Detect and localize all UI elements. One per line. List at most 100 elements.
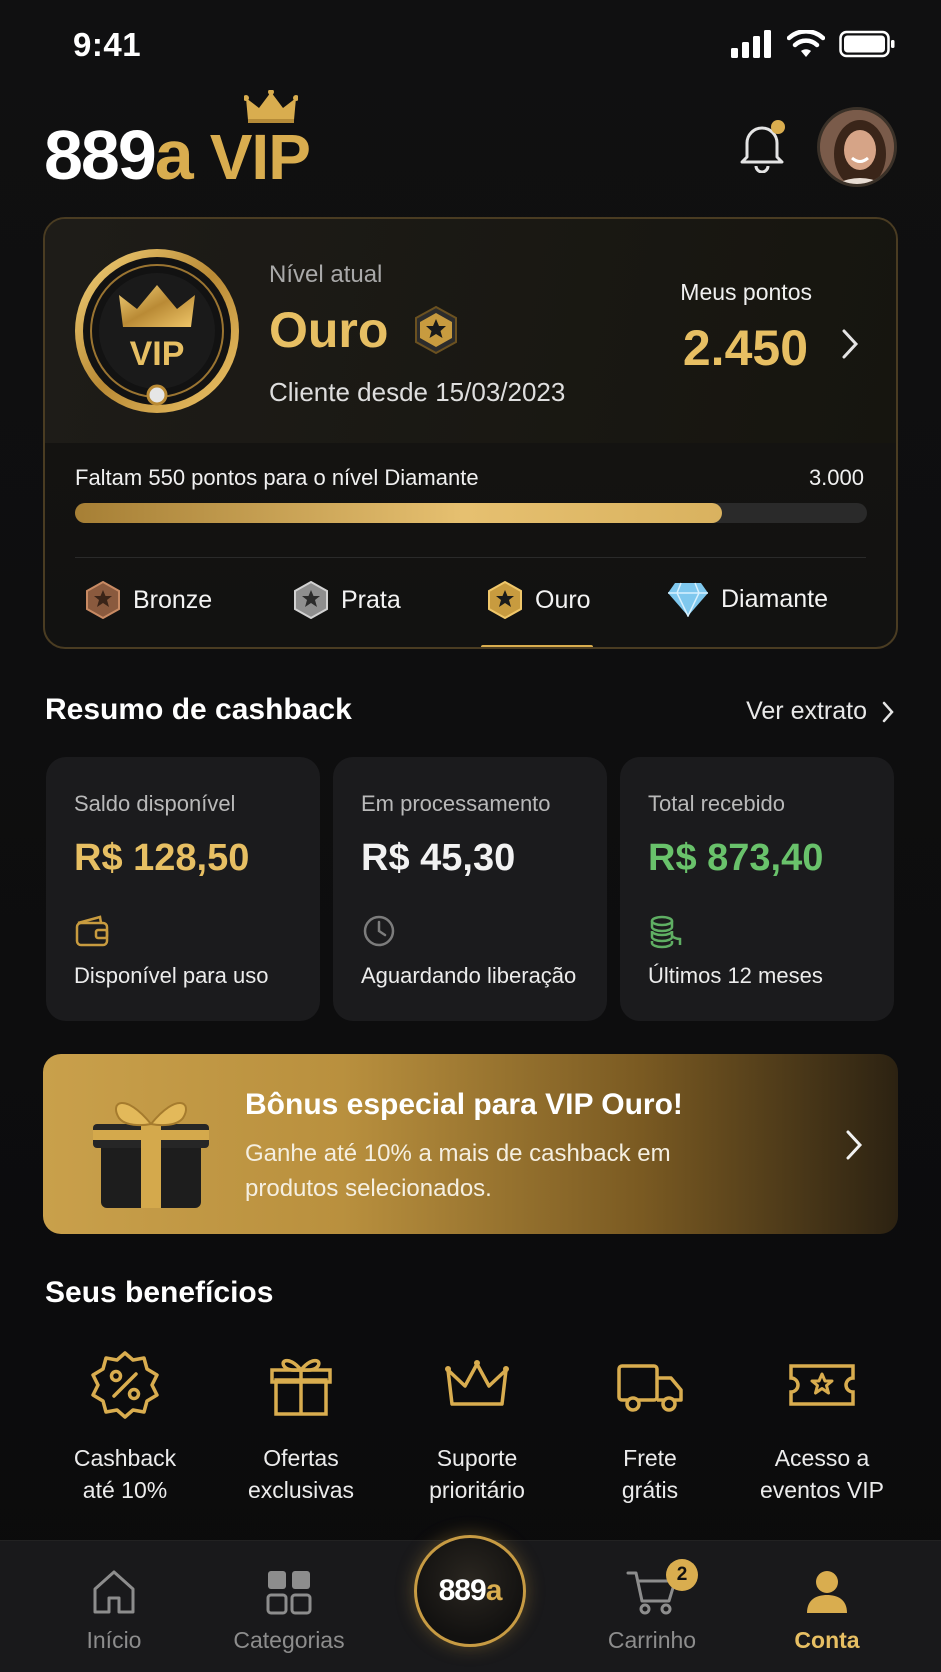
- vip-screen: 9:41 889a VIP VIP Nível atual Ouro Clien…: [0, 0, 941, 1672]
- percent-badge-icon: [91, 1351, 159, 1419]
- cashback-sub: Últimos 12 meses: [648, 963, 823, 988]
- nav-center-letter: a: [485, 1574, 503, 1607]
- tiers-divider: [75, 557, 866, 558]
- benefit-label: Suporte prioritário: [392, 1442, 562, 1506]
- benefit-label: Cashback até 10%: [40, 1442, 210, 1506]
- tier-tab-diamante[interactable]: Diamante: [667, 581, 828, 617]
- chevron-right-icon[interactable]: [840, 327, 860, 361]
- cashback-section-title: Resumo de cashback: [45, 693, 352, 726]
- logo-letter: a: [154, 116, 194, 194]
- benefit-line1: Cashback: [73, 1445, 177, 1471]
- nav-account[interactable]: Conta: [757, 1567, 897, 1654]
- benefit-label: Ofertas exclusivas: [216, 1442, 386, 1506]
- svg-text:VIP: VIP: [130, 335, 185, 373]
- silver-star-icon: [294, 581, 328, 619]
- benefit-line1: Frete: [623, 1445, 677, 1471]
- cashback-value: R$ 128,50: [74, 837, 250, 879]
- wifi-icon: [787, 30, 825, 57]
- benefit-line2: grátis: [621, 1477, 679, 1503]
- diamond-icon: [668, 582, 708, 617]
- gift-box-icon: [93, 1102, 209, 1208]
- gold-star-icon: [488, 581, 522, 619]
- ver-extrato-label: Ver extrato: [746, 697, 867, 725]
- ticket-star-icon: [789, 1364, 855, 1406]
- progress-max: 3.000: [808, 465, 864, 490]
- tier-tab-prata[interactable]: Prata: [293, 581, 401, 619]
- tier-tab-ouro[interactable]: Ouro: [487, 581, 591, 619]
- brand-logo: 889a VIP: [44, 90, 311, 195]
- nav-center-logo: 889a: [438, 1574, 503, 1608]
- cashback-card-available[interactable]: Saldo disponível R$ 128,50 Disponível pa…: [46, 757, 320, 1021]
- tier-label-ouro: Ouro: [535, 585, 591, 614]
- vip-medal-icon: VIP: [75, 249, 239, 413]
- client-since-text: Cliente desde 15/03/2023: [269, 377, 566, 407]
- wallet-icon: [75, 915, 109, 947]
- nav-cart[interactable]: 2 Carrinho: [582, 1559, 722, 1654]
- benefit-line1: Suporte: [436, 1445, 518, 1471]
- nav-categories-label: Categorias: [233, 1627, 345, 1653]
- gold-star-badge-icon: [415, 305, 457, 355]
- gift-icon: [270, 1359, 332, 1416]
- nav-cart-label: Carrinho: [607, 1627, 697, 1653]
- nav-home-label: Início: [86, 1627, 142, 1653]
- vip-bonus-banner[interactable]: Bônus especial para VIP Ouro! Ganhe até …: [43, 1054, 898, 1234]
- cart-count-badge: 2: [666, 1559, 698, 1591]
- home-icon: [93, 1570, 135, 1614]
- notification-bell-icon[interactable]: [737, 117, 787, 173]
- benefits-section-title: Seus benefícios: [45, 1276, 274, 1309]
- benefit-line2: exclusivas: [247, 1477, 355, 1503]
- nav-home[interactable]: Início: [44, 1567, 184, 1654]
- benefit-cashback[interactable]: Cashback até 10%: [40, 1350, 210, 1506]
- vip-level-card: VIP Nível atual Ouro Cliente desde 15/03…: [43, 217, 898, 649]
- cashback-sub: Aguardando liberação: [361, 963, 577, 988]
- level-progress-fill: [75, 503, 722, 523]
- bronze-star-icon: [86, 581, 120, 619]
- cashback-label: Total recebido: [648, 791, 785, 816]
- tier-label-diamante: Diamante: [721, 584, 828, 613]
- level-progress-bar: [75, 503, 867, 523]
- nav-center-logo-button[interactable]: 889a: [414, 1535, 526, 1647]
- cashback-value: R$ 45,30: [361, 837, 516, 879]
- tier-tab-bronze[interactable]: Bronze: [85, 581, 212, 619]
- chevron-right-icon[interactable]: [844, 1128, 864, 1162]
- nav-categories[interactable]: Categorias: [219, 1567, 359, 1654]
- nav-account-label: Conta: [794, 1627, 860, 1653]
- crown-icon: [243, 90, 298, 123]
- cashback-card-total[interactable]: Total recebido R$ 873,40 Últimos 12 mese…: [620, 757, 894, 1021]
- cashback-value: R$ 873,40: [648, 837, 824, 879]
- benefit-line2: até 10%: [82, 1477, 168, 1503]
- chevron-right-icon: [882, 701, 894, 722]
- cashback-label: Em processamento: [361, 791, 551, 816]
- crown-icon: [445, 1360, 509, 1406]
- logo-number: 889: [44, 116, 157, 194]
- logo-vip-text: VIP: [209, 121, 311, 193]
- tier-label-prata: Prata: [341, 585, 401, 614]
- points-label: Meus pontos: [680, 279, 812, 305]
- ver-extrato-link[interactable]: Ver extrato: [746, 697, 895, 726]
- battery-icon: [839, 30, 895, 58]
- banner-text: Ganhe até 10% a mais de cashback em prod…: [245, 1140, 671, 1202]
- benefit-line1: Acesso a: [774, 1445, 870, 1471]
- progress-text: Faltam 550 pontos para o nível Diamante: [75, 465, 479, 490]
- clock-icon: [363, 915, 395, 947]
- benefit-free-shipping[interactable]: Frete grátis: [565, 1350, 735, 1506]
- benefit-label: Acesso a eventos VIP: [737, 1442, 907, 1506]
- grid-icon: [266, 1571, 312, 1615]
- bottom-navigation: Início Categorias 889a 2 Carrinho Conta: [0, 1535, 941, 1672]
- benefit-line2: eventos VIP: [759, 1477, 885, 1503]
- benefit-line2: prioritário: [429, 1477, 525, 1503]
- user-icon: [807, 1571, 847, 1613]
- benefit-vip-events[interactable]: Acesso a eventos VIP: [737, 1350, 907, 1506]
- nav-center-number: 889: [438, 1574, 487, 1607]
- benefit-offers[interactable]: Ofertas exclusivas: [216, 1350, 386, 1506]
- cashback-card-processing[interactable]: Em processamento R$ 45,30 Aguardando lib…: [333, 757, 607, 1021]
- status-bar: 9:41: [0, 0, 941, 90]
- current-level-label: Nível atual: [269, 261, 383, 288]
- app-header: 889a VIP: [44, 90, 897, 195]
- benefit-support[interactable]: Suporte prioritário: [392, 1350, 562, 1506]
- user-avatar[interactable]: [817, 107, 897, 187]
- benefit-line1: Ofertas: [263, 1445, 339, 1471]
- truck-icon: [617, 1364, 683, 1412]
- active-tier-indicator: [481, 645, 593, 647]
- points-value[interactable]: 2.450: [683, 319, 808, 377]
